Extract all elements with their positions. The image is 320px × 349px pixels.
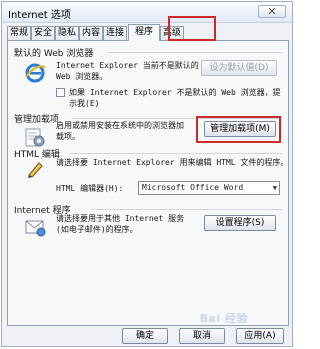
internet-options-dialog: Internet 选项 ✕ 常规 安全 隐私 内容 连接 程序 高级 默认的 W…: [1, 1, 293, 347]
html-editor-value: Microsoft Office Word: [142, 183, 244, 192]
internet-programs-icon: [25, 220, 46, 237]
manage-addons-highlight: [196, 116, 281, 143]
programs-panel: 默认的 Web 浏览器 Internet Explorer 当前不是默认的 We…: [7, 40, 289, 326]
close-button[interactable]: ✕: [258, 5, 286, 18]
html-editor-label: HTML 编辑器(H):: [56, 184, 124, 193]
prompt-default-checkbox[interactable]: [56, 88, 65, 97]
html-edit-pencil-icon: [28, 162, 43, 178]
tab-security[interactable]: 安全: [31, 26, 55, 40]
set-programs-button[interactable]: 设置程序(S): [204, 215, 276, 231]
prompt-default-label-2: 示我(E): [69, 99, 100, 108]
addons-desc-1: 启用或禁用安装在系统中的浏览器加: [56, 121, 184, 130]
close-icon: ✕: [267, 5, 277, 18]
tab-connections[interactable]: 连接: [103, 26, 127, 40]
tab-privacy[interactable]: 隐私: [55, 26, 79, 40]
internet-programs-desc-1: 请选择要用于其他 Internet 服务: [56, 214, 185, 223]
html-editing-desc: 请选择要 Internet Explorer 用来编辑 HTML 文件的程序。: [56, 158, 289, 167]
title-bar: Internet 选项 ✕: [2, 2, 292, 23]
html-editor-select[interactable]: Microsoft Office Word ▼: [138, 181, 280, 195]
addons-desc-2: 载项。: [56, 132, 80, 141]
prompt-default-label-1: 如果 Internet Explorer 不是默认的 Web 浏览器，提: [69, 88, 281, 97]
default-browser-heading: 默认的 Web 浏览器: [14, 49, 94, 59]
divider: [108, 52, 282, 53]
default-browser-desc-2: Web 浏览器。: [56, 72, 108, 81]
addons-gear-icon: [25, 128, 45, 147]
addons-heading: 管理加载项: [14, 115, 60, 125]
apply-button[interactable]: 应用(A): [236, 328, 284, 344]
divider: [92, 209, 282, 210]
internet-explorer-icon: [25, 63, 46, 83]
baidu-watermark: Bai 经验: [199, 312, 248, 325]
tab-strip: 常规 安全 隐私 内容 连接 程序 高级: [7, 24, 289, 41]
tab-general[interactable]: 常规: [7, 26, 31, 40]
tab-content[interactable]: 内容: [79, 26, 103, 40]
default-browser-desc-1: Internet Explorer 当前不是默认的: [56, 61, 199, 70]
ok-button[interactable]: 确定: [122, 328, 168, 344]
internet-programs-desc-2: (如电子邮件)的程序。: [56, 225, 138, 234]
cancel-button[interactable]: 取消: [179, 328, 225, 344]
divider: [70, 153, 282, 154]
tab-programs[interactable]: 程序: [128, 24, 160, 41]
chevron-down-icon: ▼: [272, 184, 277, 192]
programs-tab-highlight: [168, 16, 216, 41]
window-title: Internet 选项: [8, 10, 71, 21]
set-default-button[interactable]: 设为默认值(D): [201, 60, 277, 76]
